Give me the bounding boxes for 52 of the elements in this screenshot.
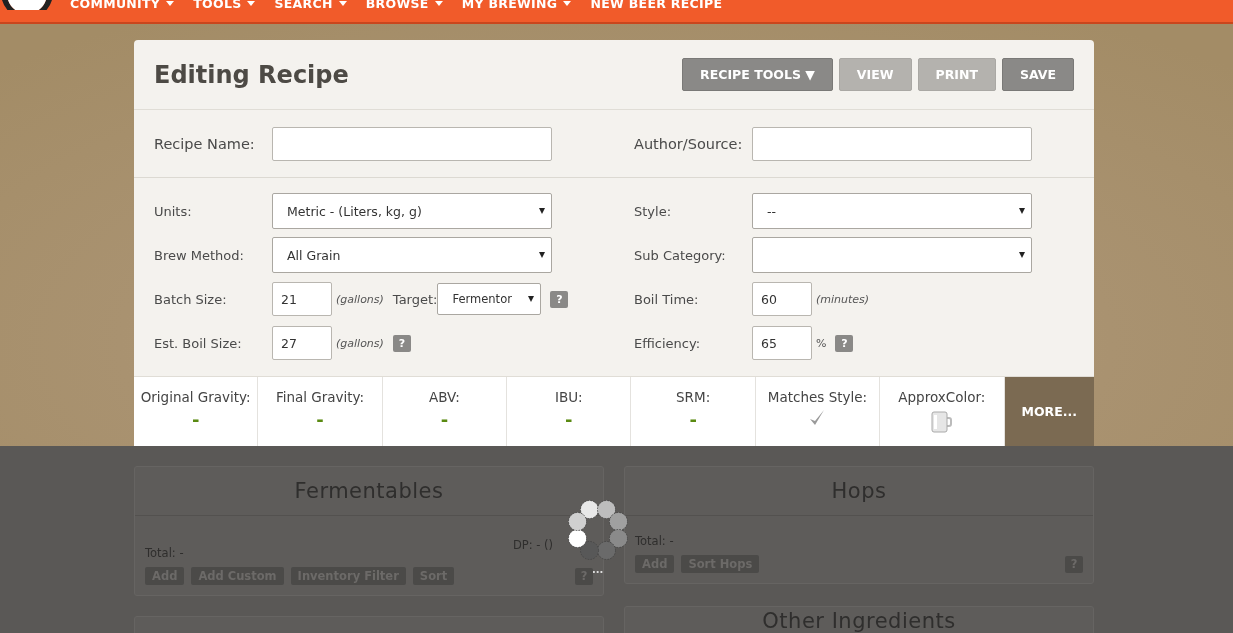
field-label: Style:	[634, 203, 673, 219]
field-label: Target:	[392, 291, 438, 307]
more-button[interactable]: MORE...	[1004, 377, 1094, 446]
dropdown-field[interactable]: --	[752, 193, 1032, 229]
caret-icon	[1019, 252, 1025, 258]
field-label: Recipe Name:	[154, 135, 256, 152]
toolbar-button[interactable]: SAVE	[1001, 58, 1074, 91]
caret-icon	[528, 296, 535, 302]
stat-value: -	[440, 409, 449, 430]
dropdown-field[interactable]: Metric - (Liters, kg, g)	[272, 193, 552, 229]
help-button[interactable]: ?	[550, 290, 569, 308]
field-label: Units:	[154, 203, 193, 219]
stat-label: Matches Style:	[767, 389, 868, 405]
help-button[interactable]: ?	[835, 334, 854, 352]
number-field[interactable]: 60	[752, 282, 812, 316]
field-label: Batch Size:	[154, 291, 228, 307]
caret-icon	[539, 208, 545, 214]
dropdown-field[interactable]: Fermentor	[437, 283, 542, 315]
field-label: Est. Boil Size:	[154, 335, 243, 351]
stat-value: -	[689, 409, 697, 430]
stat-label: Final Gravity:	[275, 389, 365, 405]
caret-icon	[1019, 208, 1025, 214]
dropdown-field[interactable]	[752, 237, 1032, 273]
field-label: Boil Time:	[634, 291, 700, 307]
stat-label: SRM:	[676, 389, 711, 405]
stat-value: -	[565, 409, 573, 430]
stat-value: -	[191, 409, 200, 430]
field-label: Brew Method:	[154, 247, 245, 263]
unit-label: %	[816, 336, 827, 350]
dropdown-field[interactable]: All Grain	[272, 237, 552, 273]
stat-value: -	[316, 409, 324, 430]
loading-text: ...	[592, 564, 604, 575]
stat-label: ABV:	[429, 389, 460, 405]
unit-label: (gallons)	[336, 336, 384, 350]
number-field[interactable]: 27	[272, 326, 332, 360]
field-label: Sub Category:	[634, 247, 727, 263]
page-title: Editing Recipe	[154, 60, 350, 89]
unit-label: (gallons)	[336, 292, 384, 306]
toolbar-button[interactable]: RECIPE TOOLS ▼	[682, 58, 833, 91]
field-label: Efficiency:	[634, 335, 702, 351]
stat-label: IBU:	[554, 389, 583, 405]
text-field[interactable]	[752, 126, 1032, 161]
stat-label: Original Gravity:	[140, 389, 251, 405]
caret-icon	[539, 252, 545, 258]
mug-icon	[929, 409, 954, 433]
help-button[interactable]: ?	[392, 334, 411, 352]
unit-label: (minutes)	[816, 292, 870, 306]
number-field[interactable]: 21	[272, 282, 332, 316]
field-label: Author/Source:	[634, 135, 744, 152]
number-field[interactable]: 65	[752, 326, 812, 360]
stat-label: ApproxColor:	[898, 389, 986, 405]
text-field[interactable]	[272, 126, 552, 161]
